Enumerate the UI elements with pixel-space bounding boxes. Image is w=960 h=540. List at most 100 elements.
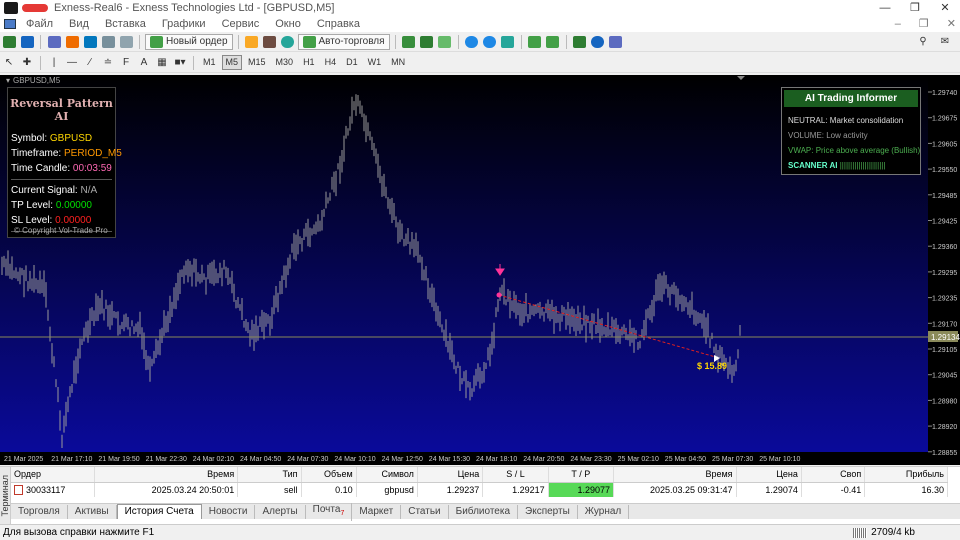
navigator-icon[interactable] — [82, 34, 98, 50]
price-tick-label: 1.29105 — [932, 347, 957, 354]
arrows-icon[interactable]: ■▾ — [172, 55, 188, 71]
tab-market[interactable]: Маркет — [352, 504, 402, 519]
terminal-side-tab[interactable]: Терминал — [0, 467, 11, 527]
time-tick-label: 21 Mar 19:50 — [98, 456, 139, 463]
data-window-icon[interactable] — [64, 34, 80, 50]
timeframe-m15[interactable]: M15 — [244, 55, 270, 70]
timeframe-w1[interactable]: W1 — [364, 55, 386, 70]
restore-button[interactable]: ❐ — [900, 0, 930, 16]
col-close-time[interactable]: Время — [613, 467, 737, 483]
price-tick-label: 1.28920 — [932, 424, 957, 431]
col-volume[interactable]: Объем — [301, 467, 357, 483]
metaeditor-icon[interactable] — [244, 34, 260, 50]
autoscroll-icon[interactable] — [545, 34, 561, 50]
timeframe-mn[interactable]: MN — [387, 55, 409, 70]
candlestick-icon[interactable] — [419, 34, 435, 50]
autotrading-button[interactable]: Авто-торговля — [297, 33, 390, 50]
tab-alerts[interactable]: Алерты — [255, 504, 306, 519]
timeframe-m1[interactable]: M1 — [199, 55, 220, 70]
menu-view[interactable]: Вид — [61, 18, 97, 30]
close-button[interactable]: ✕ — [930, 0, 960, 16]
zoom-in-icon[interactable] — [464, 34, 480, 50]
market-icon[interactable] — [280, 34, 296, 50]
strategy-tester-icon[interactable] — [118, 34, 134, 50]
time-candle-row: Time Candle: 00:03:59 — [11, 163, 112, 174]
text-label-icon[interactable]: ▦ — [154, 55, 170, 71]
price-tick-label: 1.29675 — [932, 116, 957, 123]
text-tool-icon[interactable]: A — [136, 55, 152, 71]
equidistant-channel-icon[interactable]: ≐ — [100, 55, 116, 71]
timeframe-h4[interactable]: H4 — [321, 55, 341, 70]
col-type[interactable]: Тип — [237, 467, 302, 483]
col-sl[interactable]: S / L — [482, 467, 549, 483]
indicators-icon[interactable] — [572, 34, 588, 50]
drawing-toolbar: ↖ ✚ | — ∕ ≐ F A ▦ ■▾ M1 M5 M15 M30 H1 H4… — [0, 53, 960, 73]
col-time[interactable]: Время — [94, 467, 239, 483]
crosshair-icon[interactable]: ✚ — [19, 55, 35, 71]
volume-cell: 0.10 — [301, 482, 357, 497]
chart-symbol-tab[interactable]: ▾ GBPUSD,M5 — [6, 76, 60, 85]
periods-icon[interactable] — [590, 34, 606, 50]
fibonacci-icon[interactable]: F — [118, 55, 134, 71]
tab-articles[interactable]: Статьи — [401, 504, 449, 519]
menu-help[interactable]: Справка — [309, 18, 368, 30]
connection-status[interactable]: 2709/4 kb — [853, 527, 915, 538]
price-tick-label: 1.29170 — [932, 321, 957, 328]
tab-library[interactable]: Библиотека — [449, 504, 519, 519]
signals-icon[interactable] — [262, 34, 278, 50]
timeframe-d1[interactable]: D1 — [342, 55, 362, 70]
profiles-icon[interactable] — [19, 34, 35, 50]
minimize-button[interactable]: — — [870, 0, 900, 16]
price-chart[interactable]: $ 15.89 1.29740 1.29675 1.29605 1.29550 1.29… — [0, 75, 960, 465]
profit-cell: 16.30 — [864, 482, 948, 497]
chart-window-icon[interactable] — [4, 19, 16, 29]
market-state-row: NEUTRAL: Market consolidation — [788, 116, 904, 125]
search-icon[interactable]: ⚲ — [915, 34, 931, 50]
col-symbol[interactable]: Символ — [356, 467, 418, 483]
col-close-price[interactable]: Цена — [736, 467, 802, 483]
new-chart-icon[interactable] — [1, 34, 17, 50]
tab-news[interactable]: Новости — [202, 504, 256, 519]
tab-account-history[interactable]: История Счета — [116, 504, 202, 519]
vertical-line-icon[interactable]: | — [46, 55, 62, 71]
menu-charts[interactable]: Графики — [154, 18, 214, 30]
tab-experts[interactable]: Эксперты — [518, 504, 578, 519]
menu-file[interactable]: Файл — [18, 18, 61, 30]
price-tick-label: 1.29045 — [932, 373, 957, 380]
time-tick-label: 21 Mar 17:10 — [51, 456, 92, 463]
col-order[interactable]: Ордер — [11, 467, 96, 483]
timeframe-m5[interactable]: M5 — [221, 55, 243, 70]
timeframe-h1[interactable]: H1 — [299, 55, 319, 70]
tab-mailbox[interactable]: Почта7 — [306, 502, 353, 521]
col-profit[interactable]: Прибыль — [864, 467, 948, 483]
col-tp[interactable]: T / P — [548, 467, 615, 483]
zoom-out-icon[interactable] — [482, 34, 498, 50]
market-watch-icon[interactable] — [46, 34, 62, 50]
menu-window[interactable]: Окно — [267, 18, 309, 30]
col-swap[interactable]: Своп — [801, 467, 866, 483]
table-row[interactable]: 30033117 2025.03.24 20:50:01 sell 0.10 g… — [11, 482, 948, 497]
bar-chart-icon[interactable] — [401, 34, 417, 50]
new-order-button[interactable]: Новый ордер — [145, 33, 233, 50]
chat-icon[interactable]: ✉ — [937, 34, 953, 50]
tile-windows-icon[interactable] — [500, 34, 516, 50]
tab-journal[interactable]: Журнал — [578, 504, 630, 519]
menu-insert[interactable]: Вставка — [97, 18, 154, 30]
tab-trade[interactable]: Торговля — [11, 504, 68, 519]
terminal-icon[interactable] — [100, 34, 116, 50]
child-restore-icon[interactable]: ❐ — [919, 16, 929, 32]
chart-shift-icon[interactable] — [527, 34, 543, 50]
cursor-icon[interactable]: ↖ — [1, 55, 17, 71]
templates-icon[interactable] — [608, 34, 624, 50]
child-minimize-icon[interactable]: – — [895, 16, 901, 32]
child-close-icon[interactable]: ✕ — [947, 16, 956, 32]
timeframe-m30[interactable]: M30 — [272, 55, 298, 70]
tab-assets[interactable]: Активы — [68, 504, 117, 519]
price-tick-label: 1.28855 — [932, 450, 957, 457]
trendline-icon[interactable]: ∕ — [82, 55, 98, 71]
line-chart-icon[interactable] — [437, 34, 453, 50]
time-tick-label: 24 Mar 12:50 — [382, 456, 423, 463]
col-price[interactable]: Цена — [417, 467, 484, 483]
horizontal-line-icon[interactable]: — — [64, 55, 80, 71]
menu-tools[interactable]: Сервис — [214, 18, 268, 30]
